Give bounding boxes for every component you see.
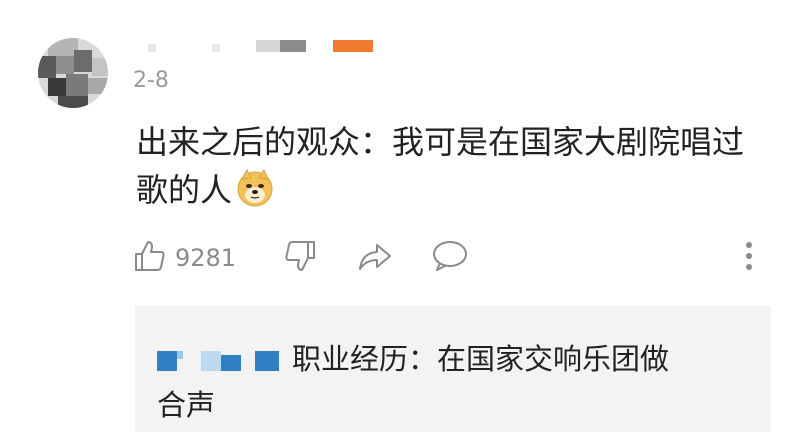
share-button[interactable] (357, 236, 393, 280)
reply-text-line2: 合声 (157, 388, 216, 422)
comment-text: 出来之后的观众：我可是在国家大剧院唱过 歌的人 (136, 118, 776, 220)
reply-text-line1: 职业经历：在国家交响乐团做 (292, 342, 670, 376)
avatar[interactable] (38, 38, 108, 108)
action-bar: 9281 (133, 236, 773, 280)
level-badge (333, 40, 373, 52)
more-button[interactable] (743, 236, 755, 280)
comment-date: 2-8 (133, 68, 169, 93)
doge-icon (236, 168, 274, 220)
like-button[interactable]: 9281 (133, 236, 236, 280)
reply-text: 职业经历：在国家交响乐团做 合声 (157, 336, 757, 428)
comment-text-line2: 歌的人 (136, 171, 233, 209)
more-vertical-icon (743, 239, 755, 277)
reply-box[interactable]: 职业经历：在国家交响乐团做 合声 (135, 306, 771, 432)
comment-icon (431, 239, 469, 277)
like-count: 9281 (175, 244, 237, 272)
thumbs-down-icon (283, 239, 317, 277)
thumbs-up-icon (133, 239, 167, 277)
comment-button[interactable] (431, 236, 469, 280)
share-icon (357, 239, 393, 277)
reply-username-redacted[interactable] (157, 338, 282, 371)
comment-text-line1: 出来之后的观众：我可是在国家大剧院唱过 (136, 123, 745, 161)
dislike-button[interactable] (283, 236, 317, 280)
